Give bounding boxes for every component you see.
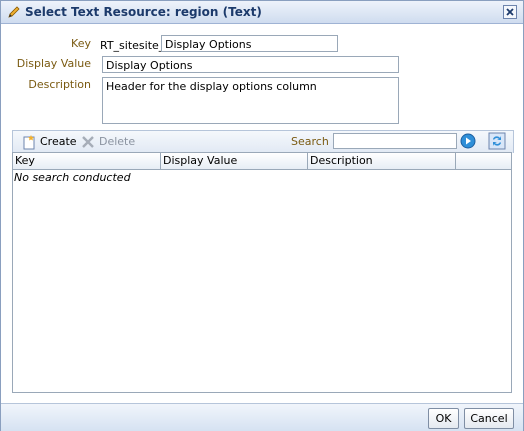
- key-input[interactable]: Display Options: [161, 35, 338, 52]
- close-icon[interactable]: [503, 5, 517, 19]
- column-header-display-value[interactable]: Display Value: [161, 153, 308, 169]
- delete-button[interactable]: Delete: [80, 134, 136, 150]
- dialog-titlebar: Select Text Resource: region (Text): [1, 1, 523, 24]
- resource-toolbar: Create Delete Search: [12, 130, 514, 153]
- delete-icon: [80, 134, 96, 150]
- key-label: Key: [71, 37, 91, 50]
- create-label: Create: [40, 135, 77, 148]
- create-button[interactable]: Create: [21, 134, 83, 150]
- go-icon[interactable]: [460, 133, 476, 149]
- column-header-filler: [456, 153, 511, 169]
- pencil-icon: [6, 4, 22, 20]
- display-value-label: Display Value: [16, 57, 91, 70]
- column-header-key[interactable]: Key: [13, 153, 161, 169]
- cancel-button[interactable]: Cancel: [464, 408, 514, 429]
- dialog-footer: OK Cancel: [1, 403, 523, 431]
- refresh-icon[interactable]: [488, 132, 506, 150]
- description-label: Description: [28, 78, 91, 91]
- table-header: Key Display Value Description: [13, 153, 511, 170]
- ok-button[interactable]: OK: [428, 408, 459, 429]
- search-label: Search: [291, 135, 329, 148]
- display-value-input[interactable]: Display Options: [102, 56, 399, 73]
- search-input[interactable]: [333, 133, 457, 149]
- key-prefix: RT_sitesite_: [100, 39, 165, 52]
- empty-message: No search conducted: [14, 171, 131, 184]
- select-text-resource-dialog: Select Text Resource: region (Text) Key …: [0, 0, 524, 431]
- results-table: Key Display Value Description No search …: [12, 152, 512, 393]
- column-header-description[interactable]: Description: [308, 153, 456, 169]
- create-icon: [21, 134, 37, 150]
- dialog-title: Select Text Resource: region (Text): [25, 5, 262, 19]
- description-textarea[interactable]: Header for the display options column: [102, 77, 399, 124]
- delete-label: Delete: [99, 135, 136, 148]
